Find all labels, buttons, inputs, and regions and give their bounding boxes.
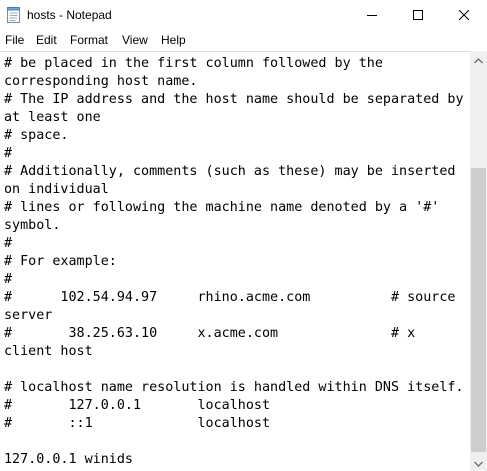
editor-line: corresponding host name. xyxy=(4,74,198,89)
editor-line: symbol. xyxy=(4,218,61,233)
menu-file[interactable]: File xyxy=(5,32,24,48)
menu-edit[interactable]: Edit xyxy=(36,32,57,48)
text-editor[interactable]: # be placed in the first column followed… xyxy=(0,51,470,471)
editor-line: on individual xyxy=(4,182,109,197)
editor-line: # xyxy=(4,146,13,161)
editor-line: # xyxy=(4,236,13,251)
maximize-icon xyxy=(413,10,423,20)
editor-line: # localhost name resolution is handled w… xyxy=(4,380,464,395)
editor-line: client host xyxy=(4,344,93,359)
editor-line: 127.0.0.1 winids xyxy=(4,452,133,467)
minimize-icon xyxy=(367,10,377,20)
vertical-scrollbar[interactable] xyxy=(470,51,487,471)
scroll-down-button[interactable] xyxy=(470,454,487,471)
editor-line: # lines or following the machine name de… xyxy=(4,200,440,215)
menu-bar: File Edit Format View Help xyxy=(0,30,487,50)
editor-line: # The IP address and the host name shoul… xyxy=(4,92,464,107)
editor-line: server xyxy=(4,308,53,323)
maximize-button[interactable] xyxy=(395,0,441,30)
scroll-up-arrow-icon xyxy=(474,51,483,69)
editor-line: # For example: xyxy=(4,254,117,269)
title-bar[interactable]: hosts - Notepad xyxy=(0,0,487,30)
window-title: hosts - Notepad xyxy=(27,8,112,22)
editor-line: # be placed in the first column followed… xyxy=(4,56,383,71)
scrollbar-thumb[interactable] xyxy=(471,168,486,452)
close-button[interactable] xyxy=(441,0,487,30)
scroll-down-arrow-icon xyxy=(474,454,483,471)
editor-line: # space. xyxy=(4,128,69,143)
notepad-window: hosts - Notepad File Edit Format View He… xyxy=(0,0,487,471)
editor-line: # 127.0.0.1 localhost xyxy=(4,398,271,413)
scroll-up-button[interactable] xyxy=(470,51,487,68)
editor-line: # 38.25.63.10 x.acme.com # x xyxy=(4,326,416,341)
menu-help[interactable]: Help xyxy=(161,32,186,48)
notepad-icon[interactable] xyxy=(7,7,20,23)
minimize-button[interactable] xyxy=(349,0,395,30)
editor-line: # ::1 localhost xyxy=(4,416,271,431)
menu-view[interactable]: View xyxy=(122,32,148,48)
editor-line: # xyxy=(4,272,13,287)
editor-line: # 102.54.94.97 rhino.acme.com # source xyxy=(4,290,456,305)
editor-line: # Additionally, comments (such as these)… xyxy=(4,164,456,179)
close-icon xyxy=(459,10,469,20)
menu-format[interactable]: Format xyxy=(70,32,108,48)
editor-line: at least one xyxy=(4,110,101,125)
